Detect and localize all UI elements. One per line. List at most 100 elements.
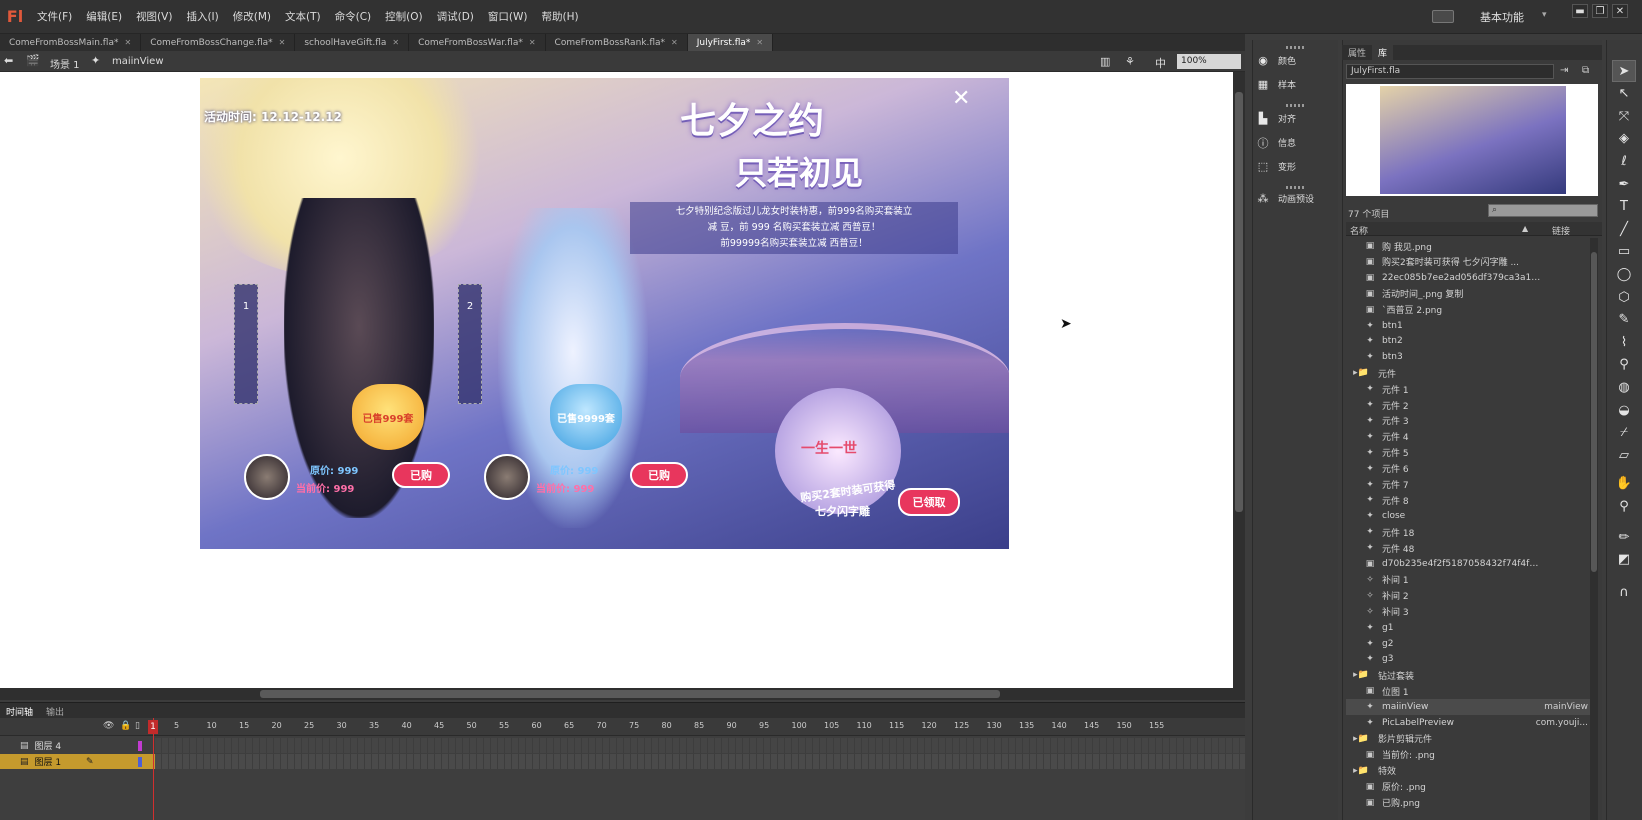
- stage-horizontal-scroll-thumb[interactable]: [260, 690, 1000, 698]
- library-item[interactable]: ✦ 元件 6: [1346, 461, 1598, 477]
- layer-name[interactable]: 图层 4: [35, 739, 62, 752]
- close-icon[interactable]: ✕: [392, 38, 399, 47]
- library-item[interactable]: ✦ btn2: [1346, 333, 1598, 349]
- library-item[interactable]: ▣ 位图 1: [1346, 683, 1598, 699]
- document-tab[interactable]: ComeFromBossRank.fla* ✕: [546, 34, 688, 51]
- library-item[interactable]: ✦ btn3: [1346, 349, 1598, 365]
- outline-icon[interactable]: ▯: [135, 721, 140, 731]
- library-item[interactable]: ✦ 元件 48: [1346, 540, 1598, 556]
- panel-button-transform[interactable]: ⬚ 变形: [1256, 160, 1296, 173]
- tab-properties[interactable]: 属性: [1342, 45, 1372, 60]
- eye-icon[interactable]: 👁: [103, 721, 114, 731]
- hand-tool-icon[interactable]: ✋: [1612, 473, 1636, 495]
- library-item[interactable]: ▸📁 元件: [1346, 365, 1598, 381]
- menu-item[interactable]: 文件(F): [30, 9, 79, 24]
- library-scroll-thumb[interactable]: [1591, 252, 1597, 572]
- panel-button-align[interactable]: ▙ 对齐: [1256, 112, 1296, 125]
- library-item[interactable]: ▣ 原价: .png: [1346, 779, 1598, 795]
- pin-icon[interactable]: ⇥: [1560, 65, 1568, 76]
- tab-library[interactable]: 库: [1372, 45, 1394, 60]
- library-item[interactable]: ▸📁 特效: [1346, 763, 1598, 779]
- close-icon[interactable]: ✕: [671, 38, 678, 47]
- library-item[interactable]: ▸📁 影片剪辑元件: [1346, 731, 1598, 747]
- menu-item[interactable]: 控制(O): [378, 9, 429, 24]
- document-tab[interactable]: ComeFromBossMain.fla* ✕: [0, 34, 142, 51]
- panel-grip[interactable]: [1286, 186, 1304, 189]
- selection-tool-icon[interactable]: ➤: [1612, 60, 1636, 82]
- snap-icon[interactable]: ∩: [1612, 581, 1636, 603]
- column-name[interactable]: 名称: [1350, 224, 1368, 237]
- library-item[interactable]: ✦ close: [1346, 508, 1598, 524]
- menu-item[interactable]: 修改(M): [226, 9, 278, 24]
- column-linkage[interactable]: 链接: [1552, 224, 1570, 237]
- lock-icon[interactable]: 🔒: [120, 721, 131, 731]
- zoom-tool-icon[interactable]: ⚲: [1612, 495, 1636, 517]
- buy-button-1[interactable]: 已购: [392, 462, 450, 488]
- back-arrow-icon[interactable]: ⬅: [4, 54, 13, 67]
- workspace-label[interactable]: 基本功能: [1480, 9, 1524, 25]
- close-icon[interactable]: ✕: [952, 86, 970, 111]
- library-item[interactable]: ✦ btn1: [1346, 318, 1598, 334]
- free-transform-tool-icon[interactable]: ⤧: [1612, 105, 1636, 127]
- line-tool-icon[interactable]: ╱: [1612, 218, 1636, 240]
- library-item[interactable]: ✦ maiinView mainView: [1346, 699, 1598, 716]
- close-icon[interactable]: ✕: [124, 38, 131, 47]
- document-tab[interactable]: ComeFromBossChange.fla* ✕: [141, 34, 296, 51]
- document-tab[interactable]: JulyFirst.fla* ✕: [687, 34, 774, 51]
- eyedropper-tool-icon[interactable]: ⌿: [1612, 422, 1636, 444]
- library-item[interactable]: ✦ g2: [1346, 636, 1598, 652]
- library-item[interactable]: ✦ 元件 18: [1346, 524, 1598, 540]
- layer-row-selected[interactable]: ▤ 图层 1 ✎: [0, 754, 1245, 769]
- library-item[interactable]: ▸📁 钻过套装: [1346, 667, 1598, 683]
- subselection-tool-icon[interactable]: ↖: [1612, 83, 1636, 105]
- document-tab[interactable]: schoolHaveGift.fla ✕: [295, 34, 410, 51]
- library-item[interactable]: ✦ 元件 8: [1346, 492, 1598, 508]
- stage-vertical-scroll-thumb[interactable]: [1235, 92, 1243, 512]
- menu-item[interactable]: 帮助(H): [534, 9, 585, 24]
- layer-name[interactable]: 图层 1: [35, 755, 62, 768]
- zoom-select[interactable]: 100%: [1177, 54, 1241, 69]
- library-item[interactable]: ▣ 已购.png: [1346, 795, 1598, 811]
- panel-button-motion-presets[interactable]: ⁂ 动画预设: [1256, 192, 1315, 205]
- menu-item[interactable]: 命令(C): [328, 9, 379, 24]
- library-search-input[interactable]: ⌕: [1488, 204, 1598, 217]
- menu-item[interactable]: 窗口(W): [481, 9, 535, 24]
- pen-tool-icon[interactable]: ✒: [1612, 173, 1636, 195]
- 3d-rotation-tool-icon[interactable]: ◈: [1612, 128, 1636, 150]
- close-window-button[interactable]: ✕: [1612, 4, 1628, 18]
- paint-bucket-tool-icon[interactable]: ◍: [1612, 376, 1636, 398]
- library-item[interactable]: ✦ 元件 4: [1346, 429, 1598, 445]
- tab-timeline[interactable]: 时间轴: [6, 705, 33, 718]
- library-item[interactable]: ▣ 活动时间_.png 复制: [1346, 286, 1598, 302]
- library-item[interactable]: ✧ 补间 3: [1346, 604, 1598, 620]
- library-item[interactable]: ▣ d70b235e4f2f5187058432f74f4fe7...: [1346, 556, 1598, 572]
- panel-button-info[interactable]: ⓘ 信息: [1256, 136, 1297, 150]
- tab-output[interactable]: 输出: [46, 705, 64, 718]
- library-item[interactable]: ▣ 22ec085b7ee2ad056df379ca3a114...: [1346, 270, 1598, 286]
- frame-cells[interactable]: [155, 754, 1245, 769]
- layer-row[interactable]: ▤ 图层 4: [0, 738, 1245, 753]
- menu-item[interactable]: 插入(I): [179, 9, 225, 24]
- stroke-color-icon[interactable]: ✏: [1612, 526, 1636, 548]
- lasso-tool-icon[interactable]: ℓ: [1612, 150, 1636, 172]
- workspace-switcher-icon[interactable]: [1432, 10, 1454, 23]
- pencil-tool-icon[interactable]: ✎: [1612, 309, 1636, 331]
- menu-item[interactable]: 视图(V): [129, 9, 179, 24]
- menu-item[interactable]: 文本(T): [278, 9, 328, 24]
- artboard-maiinview[interactable]: 活动时间: 12.12-12.12 七夕之约 只若初见 ✕ 七夕特别纪念版过儿龙…: [200, 78, 1009, 549]
- library-item[interactable]: ✦ 元件 7: [1346, 477, 1598, 493]
- library-item[interactable]: ✦ g1: [1346, 620, 1598, 636]
- library-item[interactable]: ✦ g3: [1346, 651, 1598, 667]
- ink-bottle-tool-icon[interactable]: ◒: [1612, 399, 1636, 421]
- brush-tool-icon[interactable]: ⌇: [1612, 331, 1636, 353]
- panel-button-swatches[interactable]: ▦ 样本: [1256, 78, 1296, 91]
- panel-grip[interactable]: [1286, 104, 1304, 107]
- chevron-down-icon[interactable]: ▾: [1542, 10, 1547, 20]
- minimize-window-button[interactable]: ▬: [1572, 4, 1588, 18]
- close-icon[interactable]: ✕: [529, 38, 536, 47]
- frame-cells[interactable]: [155, 738, 1245, 753]
- frame-ruler[interactable]: 1510152025303540455055606570758085909510…: [148, 721, 1230, 733]
- library-document-select[interactable]: JulyFirst.fla: [1346, 64, 1554, 79]
- buy-button-2[interactable]: 已购: [630, 462, 688, 488]
- close-icon[interactable]: ✕: [756, 38, 763, 47]
